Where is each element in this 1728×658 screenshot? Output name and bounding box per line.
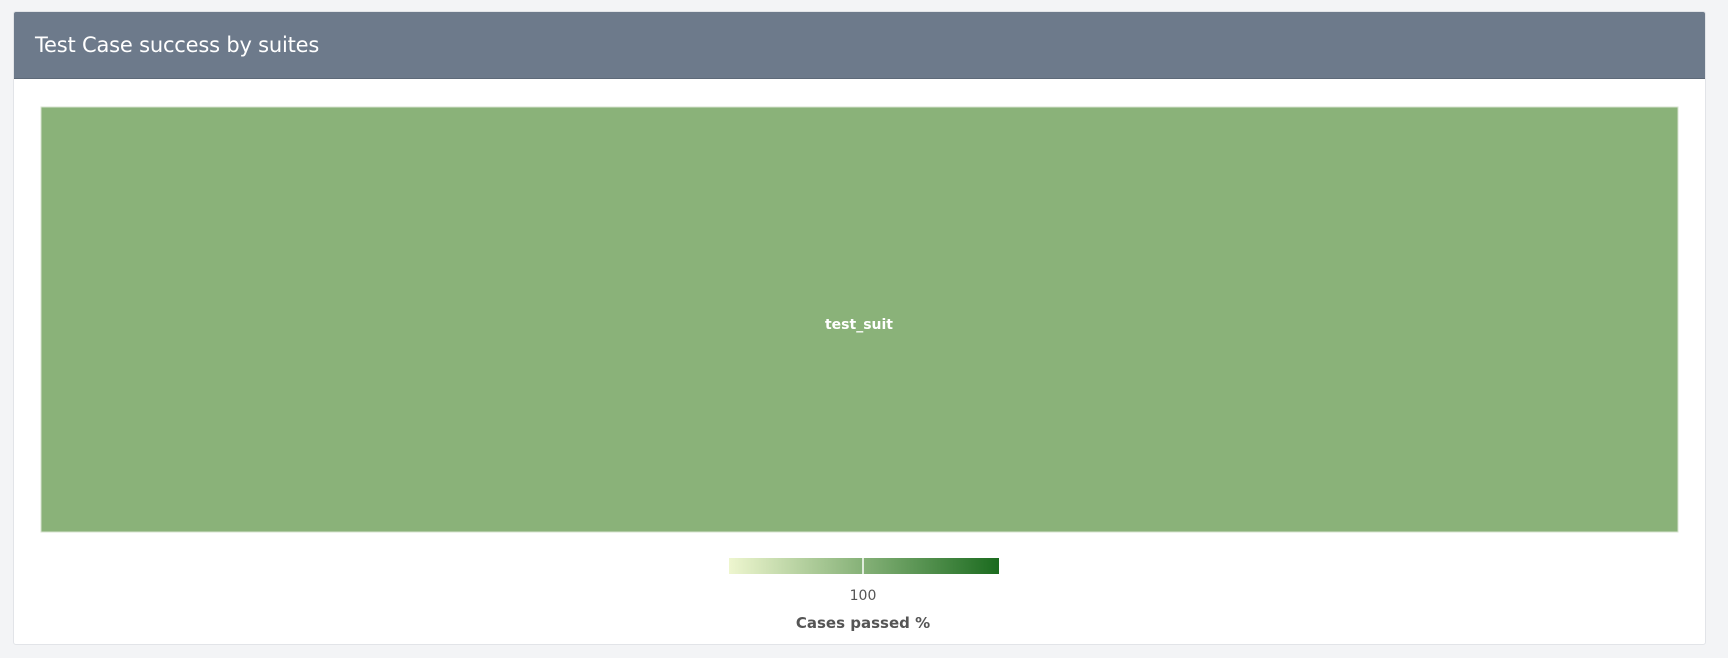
treemap-cells: test_suit: [40, 106, 1679, 533]
color-axis-tick-label: 100: [850, 588, 877, 604]
color-axis-legend: 100 Cases passed %: [729, 558, 999, 632]
widget-panel: Test Case success by suites test_suit 10…: [13, 11, 1706, 645]
color-axis-gradient-bar: [729, 558, 999, 574]
treemap-cell-label: test_suit: [825, 317, 893, 333]
color-axis-title: Cases passed %: [796, 614, 930, 632]
treemap-chart: test_suit 100 Cases passed %: [40, 106, 1679, 632]
